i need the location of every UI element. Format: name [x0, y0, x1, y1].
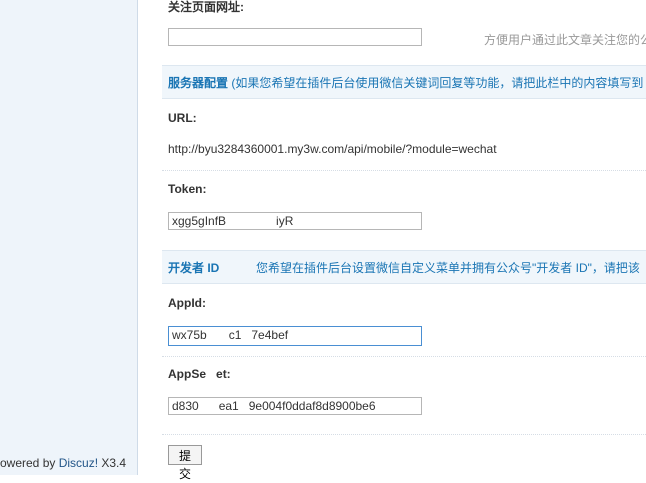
token-label: Token:	[168, 182, 207, 196]
url-label: URL:	[168, 111, 197, 125]
server-config-title: 服务器配置	[168, 76, 229, 90]
divider	[162, 170, 646, 171]
follow-url-input[interactable]	[168, 28, 422, 46]
appsecret-value-mid: ea1	[218, 399, 239, 413]
follow-url-hint: 方便用户通过此文章关注您的公	[484, 33, 646, 47]
powered-by-footer: owered by Discuz! X3.4	[0, 456, 137, 470]
server-config-section: 服务器配置 (如果您希望在插件后台使用微信关键词回复等功能，请把此栏中的内容填写…	[162, 65, 646, 99]
token-value-end: iyR	[276, 214, 294, 228]
appid-label: AppId:	[168, 296, 206, 310]
appsecret-label-start: AppSe	[168, 367, 207, 381]
developer-id-desc: 您希望在插件后台设置微信自定义菜单并拥有公众号"开发者 ID"，请把该	[256, 261, 640, 275]
appsecret-value-start: d830	[172, 399, 199, 413]
divider	[162, 356, 646, 357]
appid-value-start: wx75b	[172, 328, 207, 342]
token-value-start: xgg5gInfB	[172, 214, 227, 228]
settings-form: 关注页面网址: 方便用户通过此文章关注您的公 服务器配置 (如果您希望在插件后台…	[148, 0, 646, 481]
left-sidebar: owered by Discuz! X3.4	[0, 0, 138, 475]
token-input[interactable]: xgg5gInfB iyR	[168, 212, 422, 230]
server-config-desc: (如果您希望在插件后台使用微信关键词回复等功能，请把此栏中的内容填写到	[231, 76, 644, 90]
appsecret-label-end: et:	[216, 367, 231, 381]
version-text: X3.4	[98, 456, 127, 470]
appid-value-mid: c1	[228, 328, 242, 342]
follow-url-label: 关注页面网址:	[168, 0, 244, 14]
developer-id-section: 开发者 ID 您希望在插件后台设置微信自定义菜单并拥有公众号"开发者 ID"，请…	[162, 250, 646, 284]
appsecret-input[interactable]: d830 ea1 9e004f0ddaf8d8900be6	[168, 397, 422, 415]
discuz-link[interactable]: Discuz!	[59, 456, 98, 470]
developer-id-title: 开发者 ID	[168, 261, 220, 275]
url-value: http://byu3284360001.my3w.com/api/mobile…	[168, 142, 497, 156]
divider	[162, 434, 646, 435]
submit-button[interactable]: 提交	[168, 445, 202, 481]
powered-by-text: owered by	[0, 456, 59, 470]
appsecret-label: AppSe et:	[168, 367, 231, 381]
appid-value-end: 7e4bef	[251, 328, 289, 342]
appid-input[interactable]: wx75b c1 7e4bef	[168, 326, 422, 346]
appsecret-value-end: 9e004f0ddaf8d8900be6	[248, 399, 376, 413]
